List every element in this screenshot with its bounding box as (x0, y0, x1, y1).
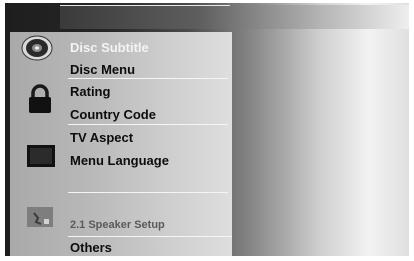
lock-icon[interactable] (27, 84, 53, 114)
menu-separator (68, 78, 228, 79)
menu-separator (68, 124, 228, 125)
menu-item-tv-aspect[interactable]: TV Aspect (70, 130, 133, 145)
menu-item-label: Rating (70, 84, 111, 99)
osd-screen: Disc Subtitle Disc Menu Rating Country C… (5, 3, 409, 256)
menu-item-label: TV Aspect (70, 130, 134, 145)
menu-separator (68, 236, 232, 237)
menu-item-label: 2.1 Speaker Setup (70, 219, 165, 231)
menu-item-label: Disc Menu (70, 62, 136, 77)
header-line (60, 5, 230, 6)
header-bar (60, 5, 409, 29)
menu-item-label: Menu Language (70, 153, 169, 168)
menu-item-label: Others (70, 240, 112, 255)
speaker-setup-icon[interactable] (26, 205, 56, 231)
menu-item-others[interactable]: Others (70, 240, 112, 255)
tv-screen-icon[interactable] (26, 144, 56, 168)
menu-item-disc-subtitle[interactable]: Disc Subtitle (70, 40, 149, 55)
menu-item-speaker-setup[interactable]: 2.1 Speaker Setup (70, 219, 165, 231)
disc-icon[interactable] (20, 34, 54, 62)
menu-item-menu-language[interactable]: Menu Language (70, 153, 169, 168)
menu-item-disc-menu[interactable]: Disc Menu (70, 62, 135, 77)
menu-item-country-code[interactable]: Country Code (70, 107, 156, 122)
menu-item-rating[interactable]: Rating (70, 84, 110, 99)
menu-separator (68, 192, 228, 193)
setup-menu-panel: Disc Subtitle Disc Menu Rating Country C… (10, 32, 232, 256)
menu-item-label: Country Code (70, 107, 156, 122)
menu-item-label: Disc Subtitle (70, 40, 149, 55)
